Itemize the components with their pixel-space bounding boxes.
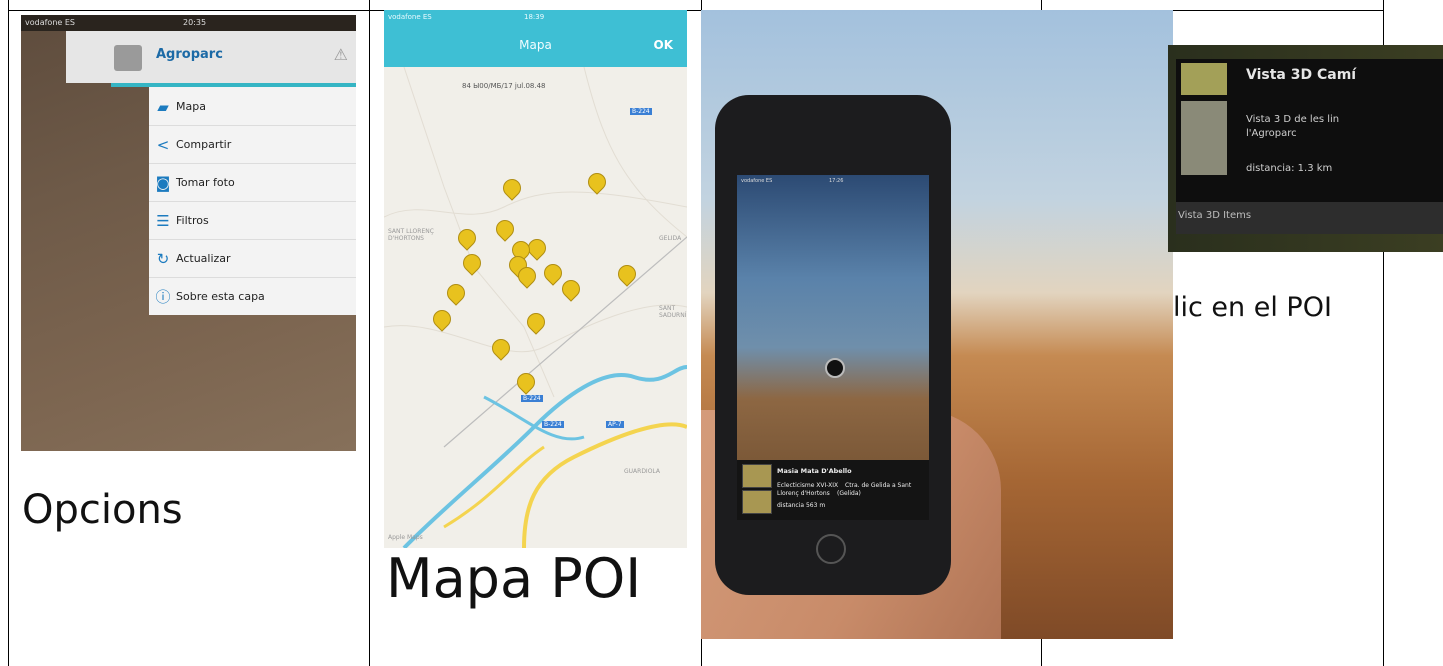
map-title: Mapa xyxy=(519,38,552,52)
view3d-screenshot: Vista 3D Camí Vista 3 D de les lin l'Agr… xyxy=(1168,45,1443,252)
table-border-left xyxy=(8,0,9,666)
menu-item-label: Sobre esta capa xyxy=(176,290,265,303)
caption-mapa-poi: Mapa POI xyxy=(386,547,642,610)
ar-target-icon[interactable] xyxy=(825,358,845,378)
layer-header: Agroparc ⚠ xyxy=(66,31,356,83)
view3d-footer: Vista 3D Items xyxy=(1176,202,1443,234)
poi-thumbnail xyxy=(742,464,772,488)
carrier-label: vodafone ES xyxy=(388,13,432,21)
map-icon: ▰ xyxy=(157,98,169,116)
map-canvas[interactable] xyxy=(384,67,687,548)
road-badge: B-224 xyxy=(542,421,564,428)
view3d-desc: Vista 3 D de les lin xyxy=(1246,114,1340,125)
menu-item-label: Actualizar xyxy=(176,252,231,265)
menu-item-label: Mapa xyxy=(176,100,206,113)
menu-item-actualizar[interactable]: ↻ Actualizar xyxy=(149,239,356,278)
menu-item-filtros[interactable]: ☰ Filtros xyxy=(149,201,356,240)
options-screenshot: vodafone ES 20:35 N Agroparc ⚠ ▰ Mapa < … xyxy=(21,15,356,451)
carrier-label: vodafone ES xyxy=(25,18,75,27)
menu-item-label: Tomar foto xyxy=(176,176,235,189)
layer-logo-icon xyxy=(114,45,142,71)
menu-item-compartir[interactable]: < Compartir xyxy=(149,125,356,164)
road-badge: AP-7 xyxy=(606,421,624,428)
poi-line: Eclecticisme XVI-XIX xyxy=(777,482,839,489)
maps-attribution: Apple Maps xyxy=(388,534,423,541)
info-icon: ⓘ xyxy=(155,288,171,306)
poi-card[interactable]: Masia Mata D'Abello Eclecticisme XVI-XIX… xyxy=(737,460,929,520)
place-label: GELIDA xyxy=(659,235,682,242)
map-nav-bar: vodafone ES 18:39 Mapa OK xyxy=(384,10,687,67)
options-menu: ▰ Mapa < Compartir ◙ Tomar foto ☰ Filtro… xyxy=(149,87,356,315)
table-border-col2 xyxy=(369,0,370,666)
camera-icon: ◙ xyxy=(155,174,171,192)
refresh-icon: ↻ xyxy=(156,250,170,268)
clock-label: 18:39 xyxy=(524,13,545,21)
filter-icon: ☰ xyxy=(156,212,170,230)
view3d-distance: distancia: 1.3 km xyxy=(1246,163,1333,174)
map-screenshot: vodafone ES 18:39 Mapa OK 84 Ы00/МБ/17 j… xyxy=(384,10,687,548)
caption-clic-poi: lic en el POI xyxy=(1173,292,1332,323)
road-badge: B-224 xyxy=(630,108,652,115)
map-top-text: 84 Ы00/МБ/17 jul.08.48 xyxy=(462,82,546,90)
place-label: GUARDIOLA xyxy=(624,468,661,475)
menu-item-label: Filtros xyxy=(176,214,209,227)
view3d-card[interactable]: Vista 3D Camí Vista 3 D de les lin l'Agr… xyxy=(1176,59,1443,234)
view3d-desc: l'Agroparc xyxy=(1246,128,1297,139)
poi-thumbnail xyxy=(742,490,772,514)
road-badge: B-224 xyxy=(521,395,543,402)
poi-line: Ctra. de Gelida a Sant xyxy=(845,482,912,489)
menu-item-sobre-esta-capa[interactable]: ⓘ Sobre esta capa xyxy=(149,277,356,315)
clock-label: 17:26 xyxy=(829,178,844,184)
poi-distance: distancia 563 m xyxy=(777,502,826,509)
view3d-footer-label: Vista 3D Items xyxy=(1178,210,1252,221)
view3d-thumbnail xyxy=(1181,63,1227,95)
view3d-thumbnail xyxy=(1181,101,1227,175)
menu-item-tomar-foto[interactable]: ◙ Tomar foto xyxy=(149,163,356,202)
poi-title: Masia Mata D'Abello xyxy=(777,467,852,475)
view3d-title: Vista 3D Camí xyxy=(1246,67,1357,83)
phone-photo: vodafone ES 17:26 Masia Mata D'Abello Ec… xyxy=(701,10,1173,639)
clock-label: 20:35 xyxy=(183,18,207,27)
place-label: SANT LLORENÇ D'HORTONS xyxy=(388,228,434,242)
carrier-label: vodafone ES xyxy=(741,178,773,184)
status-bar: vodafone ES 20:35 xyxy=(21,15,356,31)
place-label: SANT SADURNÍ xyxy=(659,305,687,319)
menu-item-label: Compartir xyxy=(176,138,232,151)
layer-title: Agroparc xyxy=(156,47,223,62)
ok-button[interactable]: OK xyxy=(654,38,674,52)
poi-line: Llorenç d'Hortons xyxy=(777,490,830,497)
table-row-divider xyxy=(8,10,1383,11)
share-icon: < xyxy=(156,136,170,154)
poi-line: (Gelida) xyxy=(837,490,861,497)
menu-item-mapa[interactable]: ▰ Mapa xyxy=(149,87,356,126)
warning-icon[interactable]: ⚠ xyxy=(334,45,348,64)
home-button xyxy=(816,534,846,564)
caption-opcions: Opcions xyxy=(22,487,183,533)
